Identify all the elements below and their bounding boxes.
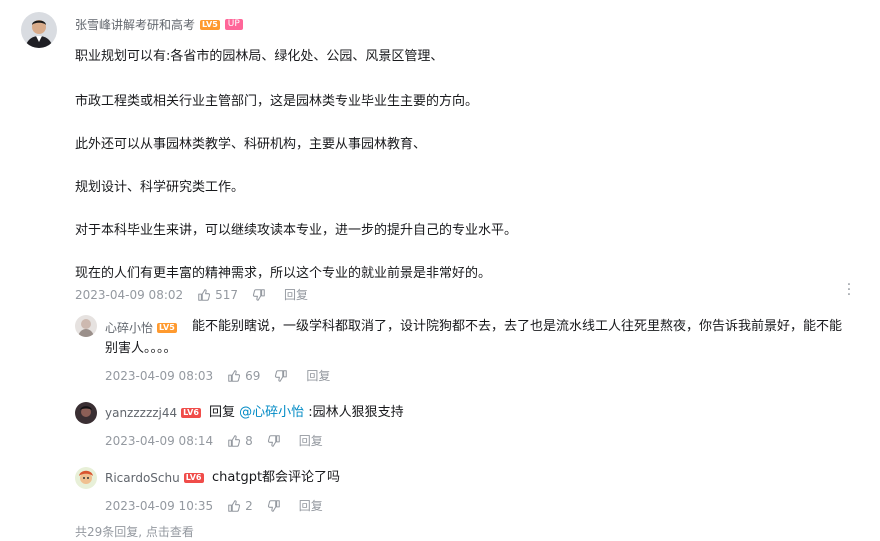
- reply-username-row: yanzzzzzj44 LV6: [105, 406, 201, 420]
- main-comment-paragraph: 现在的人们有更丰富的精神需求，所以这个专业的就业前景是非常好的。: [75, 266, 492, 281]
- thumbs-down-icon[interactable]: [252, 288, 266, 302]
- reply-meta: 2023-04-09 10:35 2 回复: [105, 497, 323, 514]
- thumbs-up-icon[interactable]: [227, 499, 241, 513]
- main-comment-paragraph: 对于本科毕业生来讲，可以继续攻读本专业，进一步的提升自己的专业水平。: [75, 223, 518, 238]
- main-comment-paragraph: 规划设计、科学研究类工作。: [75, 180, 245, 195]
- avatar-image: [75, 467, 97, 489]
- reply-text: 能不能别瞎说，一级学科都取消了，设计院狗都不去，去了也是流水线工人往死里熬夜，你…: [105, 316, 875, 360]
- reply-text-body: :园林人狠狠支持: [304, 405, 404, 420]
- reply-username-row: RicardoSchu LV6: [105, 471, 204, 485]
- reply-avatar[interactable]: [75, 467, 97, 489]
- comment-time: 2023-04-09 10:35: [105, 498, 214, 513]
- reply-meta: 2023-04-09 08:03 69 回复: [105, 367, 330, 384]
- level-badge: LV6: [181, 408, 201, 418]
- reply-avatar[interactable]: [75, 315, 97, 337]
- thumbs-up-icon[interactable]: [227, 434, 241, 448]
- reply-username[interactable]: RicardoSchu: [105, 471, 180, 485]
- main-comment-paragraph: 市政工程类或相关行业主管部门，这是园林类专业毕业生主要的方向。: [75, 94, 479, 109]
- more-vertical-icon[interactable]: · · ·: [844, 278, 854, 302]
- reply-button[interactable]: 回复: [306, 367, 330, 384]
- comment-time: 2023-04-09 08:14: [105, 433, 214, 448]
- thumbs-down-icon[interactable]: [267, 499, 281, 513]
- thumbs-down-icon[interactable]: [274, 369, 288, 383]
- comment-time: 2023-04-09 08:03: [105, 368, 214, 383]
- thumbs-down-icon[interactable]: [267, 434, 281, 448]
- avatar-image: [75, 402, 97, 424]
- like-count: 69: [245, 368, 261, 383]
- reply-button[interactable]: 回复: [299, 432, 323, 449]
- reply-prefix: 回复: [209, 405, 240, 420]
- like-count: 2: [245, 498, 253, 513]
- avatar-image: [21, 12, 57, 48]
- reply-avatar[interactable]: [75, 402, 97, 424]
- reply-button[interactable]: 回复: [299, 497, 323, 514]
- mention-link[interactable]: @心碎小怡: [239, 405, 304, 420]
- reply-meta: 2023-04-09 08:14 8 回复: [105, 432, 323, 449]
- like-count: 8: [245, 433, 253, 448]
- main-comment-paragraph: 此外还可以从事园林类教学、科研机构，主要从事园林教育、: [75, 137, 427, 152]
- main-comment-meta: 2023-04-09 08:02 517 回复: [75, 286, 308, 303]
- reply-text-line: 别害人。。。。: [105, 341, 177, 356]
- main-username[interactable]: 张雪峰讲解考研和高考: [75, 16, 195, 33]
- reply-username[interactable]: yanzzzzzj44: [105, 406, 177, 420]
- avatar-image: [75, 315, 97, 337]
- like-count: 517: [215, 287, 239, 302]
- view-all-replies-link[interactable]: 共29条回复, 点击查看: [75, 523, 194, 540]
- main-username-row: 张雪峰讲解考研和高考 LV5 UP: [75, 16, 243, 33]
- reply-text: chatgpt都会评论了吗: [212, 470, 341, 485]
- thumbs-up-icon[interactable]: [197, 288, 211, 302]
- thumbs-up-icon[interactable]: [227, 369, 241, 383]
- main-avatar[interactable]: [21, 12, 57, 48]
- main-comment-paragraph: 职业规划可以有:各省市的园林局、绿化处、公园、风景区管理、: [75, 49, 444, 64]
- up-badge: UP: [224, 19, 243, 30]
- reply-button[interactable]: 回复: [284, 286, 308, 303]
- reply-text: 回复 @心碎小怡 :园林人狠狠支持: [209, 402, 404, 424]
- level-badge: LV6: [183, 473, 204, 483]
- comment-time: 2023-04-09 08:02: [75, 287, 184, 302]
- reply-text-line: 能不能别瞎说，一级学科都取消了，设计院狗都不去，去了也是流水线工人往死里熬夜，你…: [192, 319, 843, 334]
- level-badge: LV5: [200, 19, 220, 30]
